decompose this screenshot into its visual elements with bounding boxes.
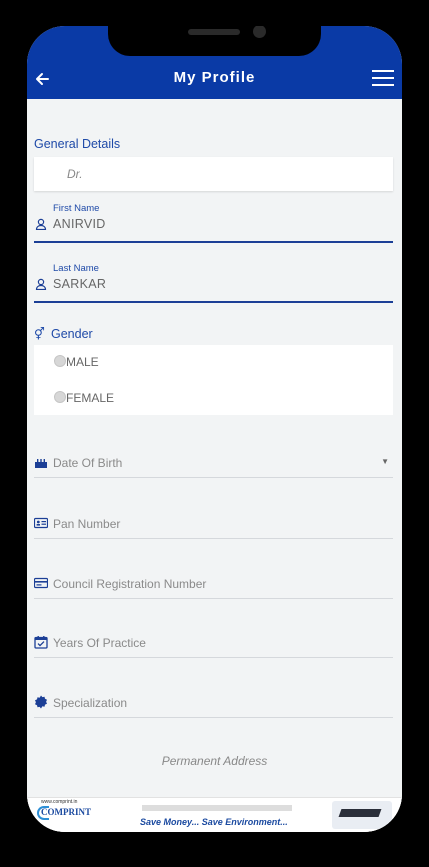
- person-icon: [35, 218, 47, 230]
- profile-form: General Details Dr. First Name ANIRVID L…: [27, 99, 402, 832]
- card-icon: [34, 577, 48, 589]
- first-name-field[interactable]: First Name ANIRVID: [34, 203, 393, 243]
- radio-dot[interactable]: [54, 355, 66, 367]
- permanent-address-heading: Permanent Address: [161, 754, 268, 768]
- gender-radio-group: MALE FEMALE: [34, 345, 393, 415]
- dob-placeholder: Date Of Birth: [53, 456, 123, 470]
- chevron-down-icon[interactable]: ▼: [381, 457, 389, 466]
- gender-heading: ⚥ Gender: [34, 327, 93, 341]
- pan-number-placeholder: Pan Number: [53, 517, 121, 531]
- title-select[interactable]: Dr.: [34, 157, 393, 191]
- page-title: My Profile: [173, 69, 256, 86]
- council-registration-placeholder: Council Registration Number: [53, 577, 207, 591]
- device-notch: [108, 26, 321, 56]
- phone-frame: My Profile General Details Dr. First Nam…: [27, 26, 402, 832]
- radio-male-label: MALE: [66, 355, 99, 369]
- camera: [253, 26, 266, 38]
- first-name-label: First Name: [53, 203, 100, 214]
- gender-label: Gender: [51, 327, 93, 341]
- radio-male[interactable]: MALE: [54, 355, 99, 373]
- ad-site: www.comprint.in: [41, 799, 78, 805]
- radio-female[interactable]: FEMALE: [54, 391, 114, 409]
- hamburger-icon[interactable]: [372, 70, 394, 86]
- last-name-field[interactable]: Last Name SARKAR: [34, 263, 393, 303]
- ad-redacted-text: [142, 805, 292, 811]
- calendar-check-icon: [34, 636, 48, 649]
- certificate-badge-icon: [35, 695, 47, 709]
- specialization-placeholder: Specialization: [53, 696, 128, 710]
- title-value: Dr.: [67, 167, 83, 181]
- dob-field[interactable]: Date Of Birth ▼: [34, 454, 393, 478]
- pan-number-field[interactable]: Pan Number: [34, 515, 393, 539]
- ad-banner[interactable]: www.comprint.in COMPRINT Save Money... S…: [27, 797, 402, 832]
- council-registration-field[interactable]: Council Registration Number: [34, 575, 393, 599]
- first-name-value: ANIRVID: [53, 217, 106, 231]
- product-image: [332, 801, 392, 829]
- last-name-value: SARKAR: [53, 277, 107, 291]
- ad-tagline: Save Money... Save Environment...: [140, 817, 288, 827]
- radio-female-label: FEMALE: [66, 391, 115, 405]
- last-name-label: Last Name: [53, 263, 99, 274]
- speaker: [188, 29, 240, 35]
- years-of-practice-placeholder: Years Of Practice: [53, 636, 146, 650]
- birthday-cake-icon: [35, 459, 47, 468]
- ad-brand: COMPRINT: [41, 807, 91, 817]
- person-icon: [35, 278, 47, 290]
- specialization-field[interactable]: Specialization: [34, 694, 393, 718]
- section-title-general: General Details: [34, 137, 121, 151]
- years-of-practice-field[interactable]: Years Of Practice: [34, 634, 393, 658]
- radio-dot[interactable]: [54, 391, 66, 403]
- gender-icon: ⚥: [34, 327, 45, 341]
- id-card-icon: [34, 517, 48, 529]
